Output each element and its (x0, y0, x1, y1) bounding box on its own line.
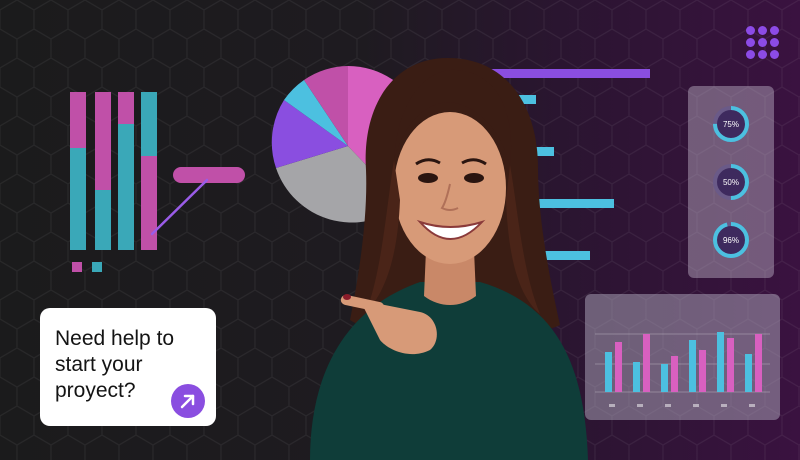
hero-banner: 75% 50% 96% Need help to start your proy… (0, 0, 800, 460)
gauge-label: 75% (723, 120, 739, 129)
gauge-label: 50% (723, 178, 739, 187)
bar (727, 338, 734, 392)
tick-label-mark (637, 404, 643, 407)
cta-card[interactable]: Need help to start your proyect? (40, 308, 216, 426)
stacked-bar (95, 92, 111, 190)
tick-label-mark (721, 404, 727, 407)
bar (661, 364, 668, 392)
stacked-bar (118, 92, 134, 124)
tick-label-mark (665, 404, 671, 407)
legend-swatch (92, 262, 102, 272)
stacked-bar (141, 92, 157, 156)
legend-swatch (72, 262, 82, 272)
arrow-up-right-button[interactable] (171, 384, 205, 418)
bar (605, 352, 612, 392)
stacked-bar (70, 92, 86, 148)
progress-gauge: 96% (713, 222, 749, 258)
person-illustration (310, 58, 588, 460)
bar-chart (595, 332, 770, 407)
gauge-label: 96% (723, 236, 739, 245)
tick-label-mark (609, 404, 615, 407)
bar (615, 342, 622, 392)
bar (689, 340, 696, 392)
grid-menu-icon[interactable] (746, 26, 780, 60)
progress-gauge: 75% (713, 106, 749, 142)
bar-chart-panel (585, 294, 780, 420)
arrow-up-right-icon (180, 394, 195, 409)
tick-label-mark (693, 404, 699, 407)
bar (699, 350, 706, 392)
bar (745, 354, 752, 392)
bar (755, 334, 762, 392)
annotation-pointer (150, 167, 245, 236)
bar (643, 334, 650, 392)
gauge-panel: 75% 50% 96% (688, 86, 774, 278)
progress-gauge: 50% (713, 164, 749, 200)
bar (633, 362, 640, 392)
bar (717, 332, 724, 392)
bar (671, 356, 678, 392)
stacked-bar (70, 148, 86, 250)
stacked-bar (95, 190, 111, 250)
tick-label-mark (749, 404, 755, 407)
stacked-bar (118, 124, 134, 250)
gauge-group: 75% 50% 96% (713, 106, 749, 258)
